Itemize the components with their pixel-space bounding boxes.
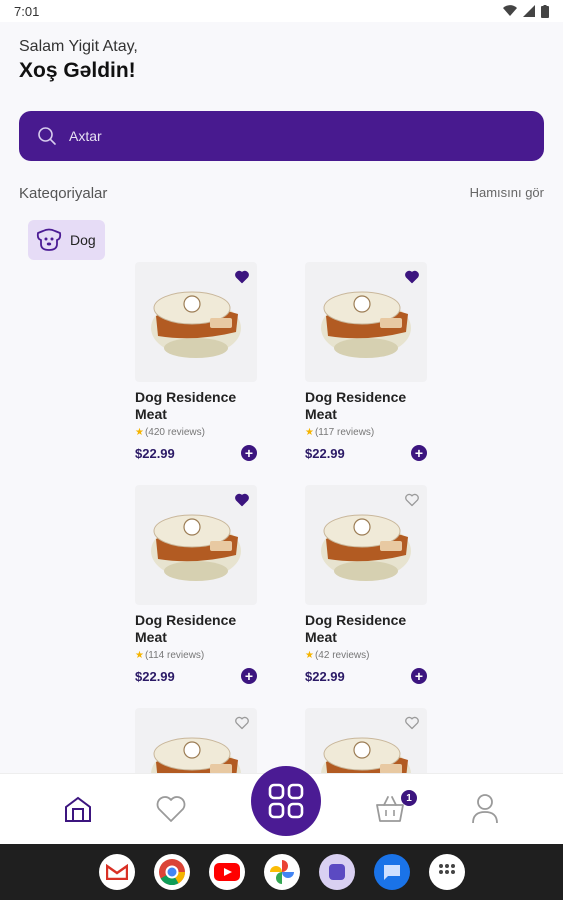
favorite-heart-icon[interactable]	[235, 493, 249, 507]
product-name: Dog Residence Meat	[135, 389, 237, 422]
product-price: $22.99	[135, 668, 175, 684]
product-card[interactable]	[305, 708, 427, 773]
photos-icon[interactable]	[263, 854, 300, 890]
messages-icon[interactable]	[373, 854, 410, 890]
favorite-heart-icon[interactable]	[235, 270, 249, 284]
nav-categories-button[interactable]	[251, 766, 321, 836]
product-card[interactable]: Dog Residence Meat ★ (117 reviews) $22.99 +	[305, 262, 427, 461]
product-reviews: (117 reviews)	[314, 427, 375, 438]
dog-icon	[36, 228, 62, 251]
add-to-cart-button[interactable]: +	[241, 668, 257, 684]
favorite-heart-icon[interactable]	[405, 716, 419, 730]
profile-icon	[472, 794, 498, 824]
product-card[interactable]: Dog Residence Meat ★ (420 reviews) $22.99 +	[135, 262, 257, 461]
add-to-cart-button[interactable]: +	[411, 445, 427, 461]
system-dock	[0, 844, 563, 900]
product-rating: ★ (117 reviews)	[305, 427, 427, 438]
product-image-box[interactable]	[305, 708, 427, 773]
product-card[interactable]: Dog Residence Meat ★ (114 reviews) $22.99 +	[135, 485, 257, 684]
nav-home[interactable]	[61, 792, 95, 826]
product-reviews: (114 reviews)	[144, 650, 205, 661]
search-input[interactable]	[69, 128, 509, 144]
product-reviews: (420 reviews)	[144, 427, 205, 438]
star-icon: ★	[135, 427, 144, 438]
heart-icon	[156, 796, 186, 822]
product-price-row: $22.99 +	[135, 445, 257, 461]
product-image	[321, 291, 411, 358]
signal-icon	[523, 5, 535, 17]
product-rating: ★ (114 reviews)	[135, 650, 257, 661]
youtube-icon[interactable]	[208, 854, 245, 890]
product-image-box[interactable]	[305, 485, 427, 605]
product-image-box[interactable]	[135, 485, 257, 605]
product-reviews: (42 reviews)	[314, 650, 370, 661]
wifi-icon	[503, 5, 517, 17]
see-all-link[interactable]: Hamısını gör	[470, 185, 544, 200]
product-price-row: $22.99 +	[135, 668, 257, 684]
app-screen: Salam Yigit Atay, Xoş Gəldin! Kateqoriya…	[0, 22, 563, 773]
status-bar: 7:01	[0, 0, 563, 22]
product-image-box[interactable]	[305, 262, 427, 382]
app-icon[interactable]	[318, 854, 355, 890]
star-icon: ★	[305, 427, 314, 438]
welcome-title: Xoş Gəldin!	[19, 59, 136, 82]
favorite-heart-icon[interactable]	[405, 493, 419, 507]
favorite-heart-icon[interactable]	[405, 270, 419, 284]
product-image	[151, 514, 241, 581]
cart-badge: 1	[401, 790, 417, 806]
product-image-box[interactable]	[135, 708, 257, 773]
product-rating: ★ (420 reviews)	[135, 427, 257, 438]
home-icon	[65, 796, 91, 822]
categories-title: Kateqoriyalar	[19, 185, 108, 202]
product-rating: ★ (42 reviews)	[305, 650, 427, 661]
chrome-icon[interactable]	[153, 854, 190, 890]
product-image	[321, 514, 411, 581]
product-name: Dog Residence Meat	[135, 612, 237, 645]
status-icons	[503, 4, 549, 18]
greeting-text: Salam Yigit Atay,	[19, 38, 138, 55]
product-card[interactable]: Dog Residence Meat ★ (42 reviews) $22.99 +	[305, 485, 427, 684]
product-price: $22.99	[305, 445, 345, 461]
nav-favorites[interactable]	[154, 792, 188, 826]
bottom-navigation: 1	[0, 766, 563, 844]
search-bar[interactable]	[19, 111, 544, 161]
add-to-cart-button[interactable]: +	[241, 445, 257, 461]
product-image	[321, 737, 411, 773]
product-price: $22.99	[305, 668, 345, 684]
gmail-icon[interactable]	[98, 854, 135, 890]
product-card[interactable]	[135, 708, 257, 773]
apps-grid-icon[interactable]	[428, 854, 465, 890]
add-to-cart-button[interactable]: +	[411, 668, 427, 684]
product-image	[151, 737, 241, 773]
status-time: 7:01	[14, 3, 40, 19]
product-price: $22.99	[135, 445, 175, 461]
product-image	[151, 291, 241, 358]
nav-profile[interactable]	[468, 792, 502, 826]
product-price-row: $22.99 +	[305, 668, 427, 684]
product-price-row: $22.99 +	[305, 445, 427, 461]
grid-icon	[268, 783, 304, 819]
category-chip-dog[interactable]: Dog	[28, 220, 105, 260]
favorite-heart-icon[interactable]	[235, 716, 249, 730]
product-name: Dog Residence Meat	[305, 389, 407, 422]
product-name: Dog Residence Meat	[305, 612, 407, 645]
product-image-box[interactable]	[135, 262, 257, 382]
battery-icon	[541, 4, 549, 18]
star-icon: ★	[135, 650, 144, 661]
star-icon: ★	[305, 650, 314, 661]
category-chip-label: Dog	[70, 232, 96, 248]
search-icon	[38, 127, 56, 145]
